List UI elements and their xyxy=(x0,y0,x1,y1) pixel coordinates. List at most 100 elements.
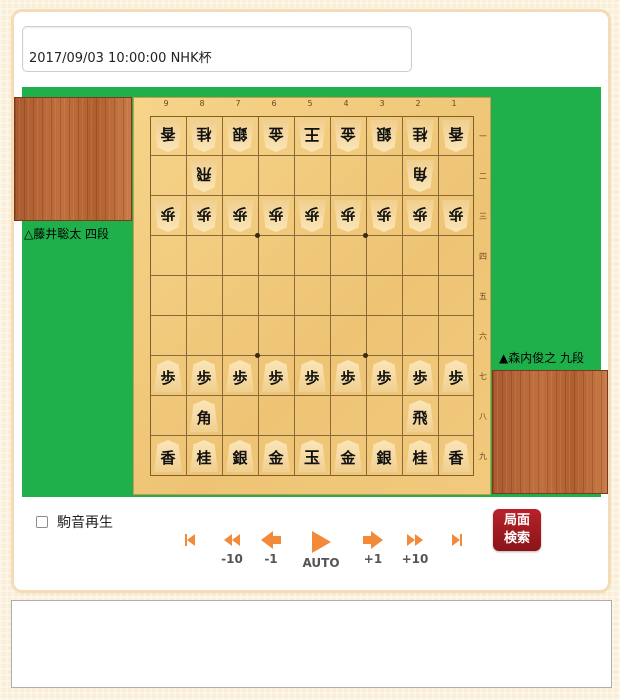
file-label: 7 xyxy=(235,99,241,108)
piece-kanji: 香 xyxy=(448,448,464,467)
file-label: 1 xyxy=(451,99,457,108)
forward-10-button[interactable]: +10 xyxy=(395,530,435,570)
kifu-textarea[interactable] xyxy=(11,600,612,688)
game-title: 2017/09/03 10:00:00 NHK杯 xyxy=(22,26,412,72)
gote-piece[interactable]: 歩 xyxy=(406,200,434,232)
gote-piece[interactable]: 歩 xyxy=(190,200,218,232)
rank-label: 一 xyxy=(479,132,487,141)
gote-piece[interactable]: 桂 xyxy=(406,120,434,152)
rank-labels: 一 二 三 四 五 六 七 八 九 xyxy=(476,116,490,476)
gote-piece[interactable]: 香 xyxy=(154,120,182,152)
piece-kanji: 飛 xyxy=(412,408,428,427)
piece-kanji: 歩 xyxy=(232,205,248,224)
gote-piece[interactable]: 歩 xyxy=(226,200,254,232)
rank-label: 九 xyxy=(479,452,487,461)
play-icon xyxy=(311,530,331,554)
piece-kanji: 歩 xyxy=(196,205,212,224)
auto-play-label: AUTO xyxy=(302,556,340,570)
piece-kanji: 金 xyxy=(268,448,284,467)
sente-piece[interactable]: 角 xyxy=(190,400,218,432)
piece-kanji: 歩 xyxy=(268,368,284,387)
sente-piece[interactable]: 香 xyxy=(154,440,182,472)
gote-piece[interactable]: 歩 xyxy=(334,200,362,232)
gote-piece[interactable]: 角 xyxy=(406,160,434,192)
sound-toggle[interactable]: 駒音再生 xyxy=(36,512,113,532)
sente-piece[interactable]: 銀 xyxy=(370,440,398,472)
sente-piece[interactable]: 歩 xyxy=(334,360,362,392)
gote-piece[interactable]: 飛 xyxy=(190,160,218,192)
sente-piece[interactable]: 歩 xyxy=(370,360,398,392)
sente-piece[interactable]: 歩 xyxy=(406,360,434,392)
sente-piece[interactable]: 歩 xyxy=(190,360,218,392)
gote-piece[interactable]: 香 xyxy=(442,120,470,152)
piece-kanji: 金 xyxy=(340,448,356,467)
skip-to-end-icon xyxy=(452,530,462,550)
forward-1-button[interactable]: +1 xyxy=(353,530,393,570)
position-search-button[interactable]: 局面 検索 xyxy=(493,509,541,551)
piece-kanji: 銀 xyxy=(376,448,392,467)
file-label: 6 xyxy=(271,99,277,108)
fast-forward-icon xyxy=(407,530,423,550)
auto-play-button[interactable]: AUTO xyxy=(301,530,341,570)
skip-to-start-icon xyxy=(185,530,195,550)
gote-piece[interactable]: 金 xyxy=(262,120,290,152)
sound-checkbox[interactable] xyxy=(36,516,48,528)
back-1-button[interactable]: -1 xyxy=(251,530,291,570)
gote-piece[interactable]: 歩 xyxy=(262,200,290,232)
sente-piece[interactable]: 玉 xyxy=(298,440,326,472)
piece-kanji: 歩 xyxy=(196,368,212,387)
sente-piece[interactable]: 歩 xyxy=(226,360,254,392)
back-10-button[interactable]: -10 xyxy=(212,530,252,570)
sente-piece[interactable]: 桂 xyxy=(406,440,434,472)
piece-kanji: 桂 xyxy=(412,448,428,467)
piece-kanji: 金 xyxy=(268,125,284,144)
first-move-button[interactable] xyxy=(170,530,210,570)
last-move-button[interactable] xyxy=(437,530,477,570)
sente-piece[interactable]: 飛 xyxy=(406,400,434,432)
gote-piece[interactable]: 歩 xyxy=(370,200,398,232)
sente-piece[interactable]: 桂 xyxy=(190,440,218,472)
sente-piece[interactable]: 歩 xyxy=(442,360,470,392)
piece-kanji: 銀 xyxy=(232,125,248,144)
gote-piece[interactable]: 歩 xyxy=(154,200,182,232)
piece-kanji: 歩 xyxy=(412,205,428,224)
piece-kanji: 桂 xyxy=(196,125,212,144)
gote-piece[interactable]: 銀 xyxy=(370,120,398,152)
piece-kanji: 歩 xyxy=(376,205,392,224)
piece-kanji: 香 xyxy=(448,125,464,144)
piece-kanji: 桂 xyxy=(196,448,212,467)
gote-piece[interactable]: 歩 xyxy=(298,200,326,232)
gote-piece[interactable]: 王 xyxy=(298,120,326,152)
sente-piece[interactable]: 金 xyxy=(334,440,362,472)
gote-piece[interactable]: 金 xyxy=(334,120,362,152)
piece-kanji: 歩 xyxy=(448,368,464,387)
rank-label: 五 xyxy=(479,292,487,301)
file-label: 5 xyxy=(307,99,313,108)
rank-label: 四 xyxy=(479,252,487,261)
piece-kanji: 歩 xyxy=(340,205,356,224)
gote-piece[interactable]: 銀 xyxy=(226,120,254,152)
pieces-layer: 香桂銀金王金銀桂香飛角歩歩歩歩歩歩歩歩歩歩歩歩歩歩歩歩歩歩角飛香桂銀金玉金銀桂香 xyxy=(150,116,474,476)
sente-piece[interactable]: 歩 xyxy=(298,360,326,392)
back-1-label: -1 xyxy=(264,552,278,566)
piece-kanji: 桂 xyxy=(412,125,428,144)
back-10-label: -10 xyxy=(221,552,243,566)
sente-piece[interactable]: 金 xyxy=(262,440,290,472)
piece-kanji: 歩 xyxy=(232,368,248,387)
piece-kanji: 香 xyxy=(160,448,176,467)
piece-kanji: 歩 xyxy=(304,205,320,224)
sente-piece[interactable]: 銀 xyxy=(226,440,254,472)
gote-piece[interactable]: 歩 xyxy=(442,200,470,232)
piece-kanji: 歩 xyxy=(160,368,176,387)
search-label-line1: 局面 xyxy=(503,513,530,528)
rank-label: 三 xyxy=(479,212,487,221)
sente-piece[interactable]: 歩 xyxy=(154,360,182,392)
fast-rewind-icon xyxy=(224,530,240,550)
file-label: 3 xyxy=(379,99,385,108)
gote-piece[interactable]: 桂 xyxy=(190,120,218,152)
file-label: 9 xyxy=(163,99,169,108)
rank-label: 二 xyxy=(479,172,487,181)
piece-kanji: 角 xyxy=(412,165,428,184)
sente-piece[interactable]: 歩 xyxy=(262,360,290,392)
sente-piece[interactable]: 香 xyxy=(442,440,470,472)
